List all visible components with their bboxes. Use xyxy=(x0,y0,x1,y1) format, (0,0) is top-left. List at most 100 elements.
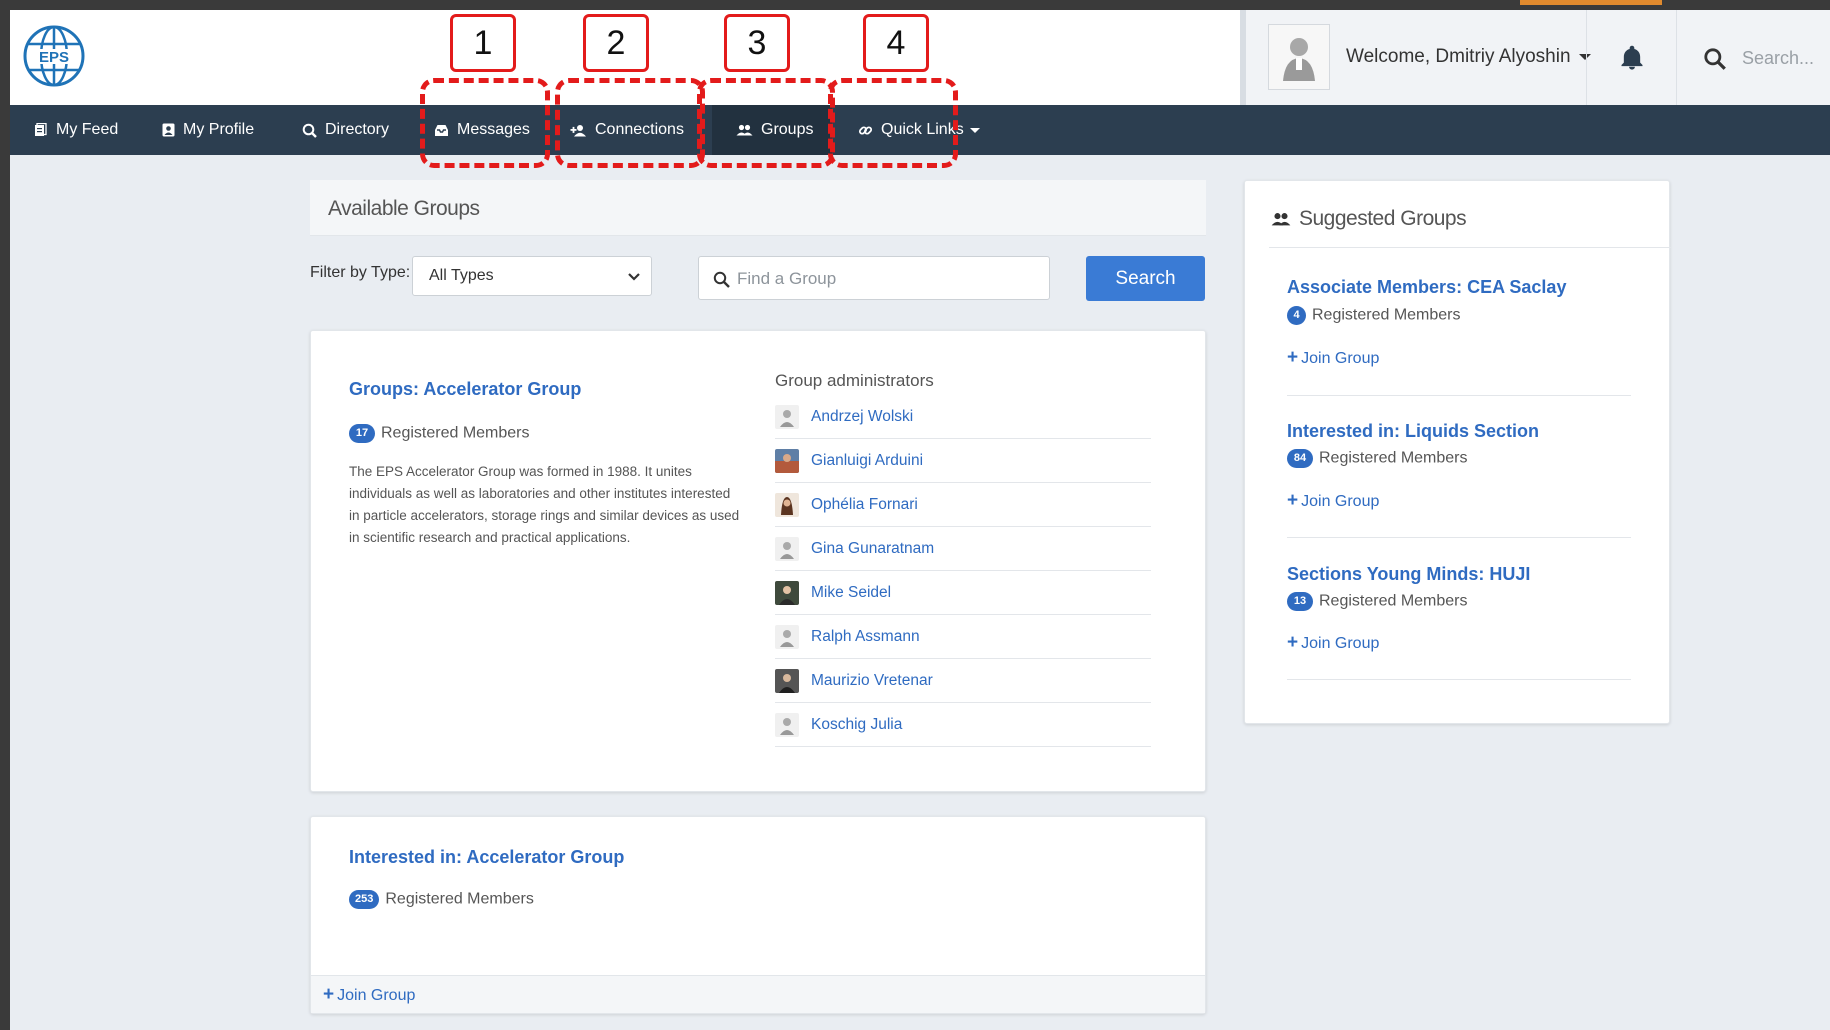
member-count: 13 Registered Members xyxy=(1287,592,1468,611)
people-icon xyxy=(1271,213,1291,226)
join-label: Join Group xyxy=(1301,635,1380,652)
join-group-link[interactable]: + Join Group xyxy=(1287,490,1379,512)
members-label: Registered Members xyxy=(1319,592,1468,610)
admin-row: Gina Gunaratnam xyxy=(775,527,1151,571)
members-label: Registered Members xyxy=(1319,449,1468,467)
header-search-input[interactable]: Search... xyxy=(1742,48,1814,69)
nav-label: My Profile xyxy=(183,121,255,138)
admin-row: Ralph Assmann xyxy=(775,615,1151,659)
join-group-link[interactable]: + Join Group xyxy=(323,984,415,1006)
admin-name-link[interactable]: Koschig Julia xyxy=(811,716,902,734)
annotation-highlight-4 xyxy=(828,78,958,168)
avatar-placeholder-icon xyxy=(775,536,799,561)
plus-icon: + xyxy=(1287,632,1299,653)
plus-icon: + xyxy=(1287,347,1299,368)
admin-name-link[interactable]: Ophélia Fornari xyxy=(811,496,918,514)
user-menu[interactable]: Welcome, Dmitriy Alyoshin xyxy=(1346,46,1591,68)
nav-label: My Feed xyxy=(56,121,119,138)
member-count: 4 Registered Members xyxy=(1287,306,1461,325)
svg-text:EPS: EPS xyxy=(39,49,69,66)
count-badge: 13 xyxy=(1287,592,1313,611)
group-title-link[interactable]: Groups: Accelerator Group xyxy=(349,379,581,400)
sidebar-title: Suggested Groups xyxy=(1299,207,1467,230)
suggested-group-link[interactable]: Interested in: Liquids Section xyxy=(1287,421,1539,442)
join-group-link[interactable]: + Join Group xyxy=(1287,347,1379,369)
join-label: Join Group xyxy=(1301,350,1380,367)
nav-my-profile[interactable]: My Profile xyxy=(162,105,254,155)
separator xyxy=(1676,10,1677,105)
plus-icon: + xyxy=(1287,490,1299,511)
members-label: Registered Members xyxy=(381,424,530,442)
avatar-placeholder-icon xyxy=(775,624,799,649)
admins-heading: Group administrators xyxy=(775,371,934,390)
divider xyxy=(1287,395,1631,396)
admin-photo-icon xyxy=(775,492,799,517)
find-placeholder: Find a Group xyxy=(737,269,837,288)
accent-tab xyxy=(1520,0,1662,5)
admin-name-link[interactable]: Mike Seidel xyxy=(811,584,891,602)
admin-name-link[interactable]: Ralph Assmann xyxy=(811,628,920,646)
bell-icon[interactable] xyxy=(1618,44,1646,72)
admin-row: Maurizio Vretenar xyxy=(775,659,1151,703)
user-area: Welcome, Dmitriy Alyoshin Search... xyxy=(1246,10,1830,105)
sidebar-heading: Suggested Groups xyxy=(1271,207,1467,231)
plus-icon: + xyxy=(323,984,335,1005)
suggested-group-link[interactable]: Associate Members: CEA Saclay xyxy=(1287,277,1566,298)
join-label: Join Group xyxy=(1301,493,1380,510)
annotation-number-1: 1 xyxy=(450,14,516,72)
chevron-down-icon xyxy=(628,273,640,281)
search-icon[interactable] xyxy=(1702,46,1728,72)
divider xyxy=(1269,247,1671,248)
admin-name-link[interactable]: Gianluigi Arduini xyxy=(811,452,923,470)
feed-icon xyxy=(35,123,47,136)
members-label: Registered Members xyxy=(1312,306,1461,324)
admin-name-link[interactable]: Andrzej Wolski xyxy=(811,408,913,426)
divider xyxy=(1287,537,1631,538)
card-footer: + Join Group xyxy=(311,975,1205,1013)
join-group-link[interactable]: + Join Group xyxy=(1287,632,1379,654)
caret-down-icon xyxy=(1578,53,1591,60)
count-badge: 4 xyxy=(1287,306,1306,325)
suggested-group-link[interactable]: Sections Young Minds: HUJI xyxy=(1287,564,1530,585)
admin-name-link[interactable]: Gina Gunaratnam xyxy=(811,540,934,558)
browser-page: EPS Welcome, Dmitriy Alyoshin Search... … xyxy=(10,10,1830,1030)
profile-card-icon xyxy=(162,123,175,137)
admin-row: Ophélia Fornari xyxy=(775,483,1151,527)
admin-photo-icon xyxy=(775,448,799,473)
annotation-highlight-1 xyxy=(420,78,550,168)
filter-label: Filter by Type: xyxy=(310,264,411,281)
avatar[interactable] xyxy=(1268,24,1330,90)
join-label: Join Group xyxy=(337,987,416,1004)
members-label: Registered Members xyxy=(385,890,534,908)
avatar-placeholder-icon xyxy=(775,712,799,737)
page-title: Available Groups xyxy=(328,197,480,220)
group-card: Interested in: Accelerator Group 253 Regi… xyxy=(310,816,1206,1014)
nav-my-feed[interactable]: My Feed xyxy=(34,105,118,155)
group-title-link[interactable]: Interested in: Accelerator Group xyxy=(349,847,624,868)
member-count: 84 Registered Members xyxy=(1287,449,1468,468)
suggested-groups-panel: Suggested Groups Associate Members: CEA … xyxy=(1244,180,1671,724)
separator xyxy=(1586,10,1587,105)
type-filter-select[interactable]: All Types xyxy=(412,256,652,296)
search-button[interactable]: Search xyxy=(1086,256,1205,301)
search-icon xyxy=(302,123,317,138)
annotation-number-2: 2 xyxy=(583,14,649,72)
admin-name-link[interactable]: Maurizio Vretenar xyxy=(811,672,933,690)
admin-row: Koschig Julia xyxy=(775,703,1151,747)
nav-directory[interactable]: Directory xyxy=(302,105,389,155)
count-badge: 253 xyxy=(349,890,380,909)
select-value: All Types xyxy=(429,267,494,284)
member-count: 253 Registered Members xyxy=(349,890,534,909)
nav-label: Directory xyxy=(325,121,390,138)
annotation-number-3: 3 xyxy=(724,14,790,72)
divider xyxy=(1287,679,1631,680)
count-badge: 84 xyxy=(1287,449,1313,468)
avatar-placeholder-icon xyxy=(775,404,799,429)
annotation-number-4: 4 xyxy=(863,14,929,72)
admin-row: Mike Seidel xyxy=(775,571,1151,615)
caret-down-icon xyxy=(969,127,980,133)
eps-logo-icon[interactable]: EPS xyxy=(22,22,86,90)
find-group-input[interactable]: Find a Group xyxy=(698,256,1050,300)
avatar-placeholder-icon xyxy=(1283,38,1315,81)
admin-photo-icon xyxy=(775,668,799,693)
